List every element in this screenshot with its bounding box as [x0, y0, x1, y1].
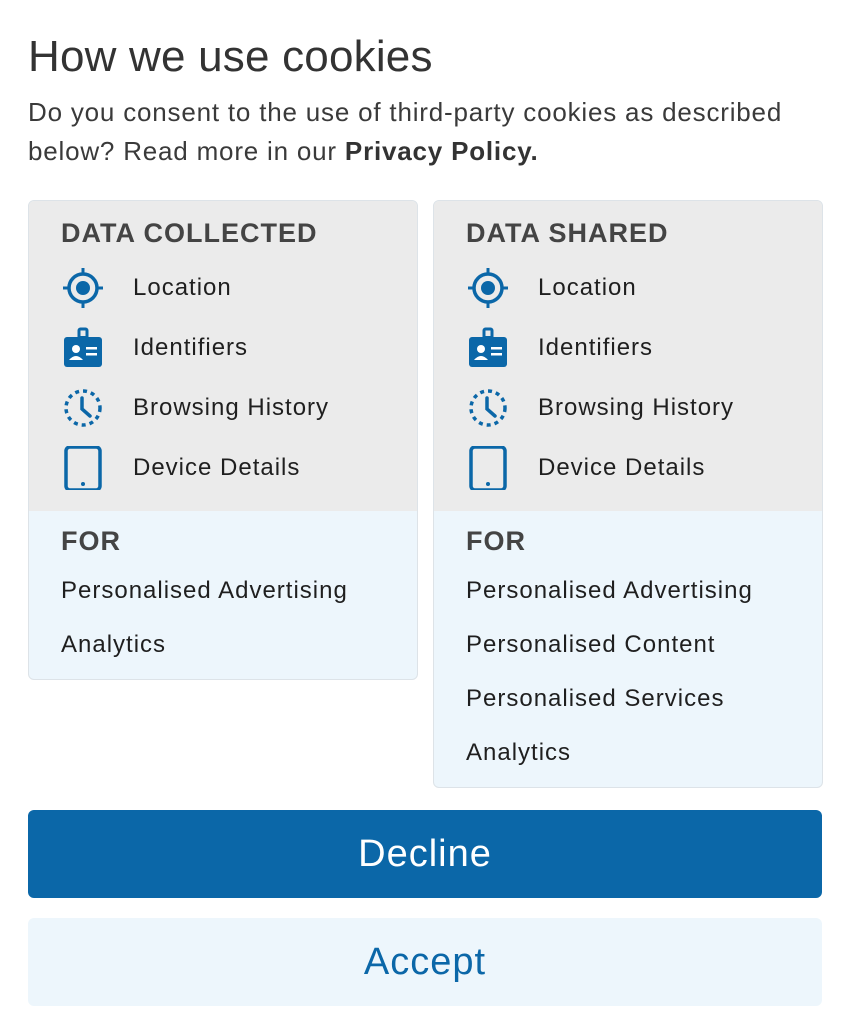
location-icon [468, 268, 508, 308]
data-shared-section: DATA SHARED Location Identifiers Browsin… [434, 201, 822, 511]
collected-for-heading: FOR [61, 526, 121, 556]
location-icon [63, 268, 103, 308]
clock-history-icon [64, 389, 102, 427]
shared-purpose: Analytics [466, 739, 572, 766]
collected-item-browsing-history: Browsing History [61, 386, 401, 430]
collected-purpose: Personalised Advertising [61, 577, 348, 604]
collected-item-location: Location [61, 266, 401, 310]
collected-purpose: Analytics [61, 631, 167, 658]
collected-item-label: Location [133, 274, 232, 301]
collected-item-label: Identifiers [133, 334, 249, 361]
shared-purpose: Personalised Content [466, 631, 716, 658]
shared-purpose: Personalised Services [466, 685, 725, 712]
cookie-consent-dialog: How we use cookies Do you consent to the… [0, 0, 850, 1033]
shared-item-device-details: Device Details [466, 446, 806, 490]
id-badge-icon [469, 327, 507, 367]
shared-item-identifiers: Identifiers [466, 326, 806, 370]
shared-item-label: Identifiers [538, 334, 654, 361]
collected-item-label: Device Details [133, 454, 301, 481]
data-collected-card: DATA COLLECTED Location Identifiers Brow… [28, 200, 418, 680]
shared-purpose: Personalised Advertising [466, 577, 753, 604]
shared-item-label: Device Details [538, 454, 706, 481]
shared-for-heading: FOR [466, 526, 526, 556]
shared-item-label: Browsing History [538, 394, 735, 421]
data-shared-card: DATA SHARED Location Identifiers Browsin… [433, 200, 823, 788]
tablet-icon [64, 446, 102, 490]
dialog-title: How we use cookies [28, 32, 433, 81]
decline-button[interactable]: Decline [28, 810, 822, 898]
data-collected-section: DATA COLLECTED Location Identifiers Brow… [29, 201, 417, 511]
shared-item-label: Location [538, 274, 637, 301]
collected-item-identifiers: Identifiers [61, 326, 401, 370]
clock-history-icon [469, 389, 507, 427]
accept-button[interactable]: Accept [28, 918, 822, 1006]
collected-item-device-details: Device Details [61, 446, 401, 490]
data-shared-heading: DATA SHARED [466, 218, 669, 248]
tablet-icon [469, 446, 507, 490]
collected-item-label: Browsing History [133, 394, 330, 421]
shared-item-browsing-history: Browsing History [466, 386, 806, 430]
shared-item-location: Location [466, 266, 806, 310]
intro-text: Do you consent to the use of third-party… [28, 93, 828, 171]
data-collected-heading: DATA COLLECTED [61, 218, 318, 248]
id-badge-icon [64, 327, 102, 367]
privacy-policy-link[interactable]: Privacy Policy. [345, 136, 539, 166]
